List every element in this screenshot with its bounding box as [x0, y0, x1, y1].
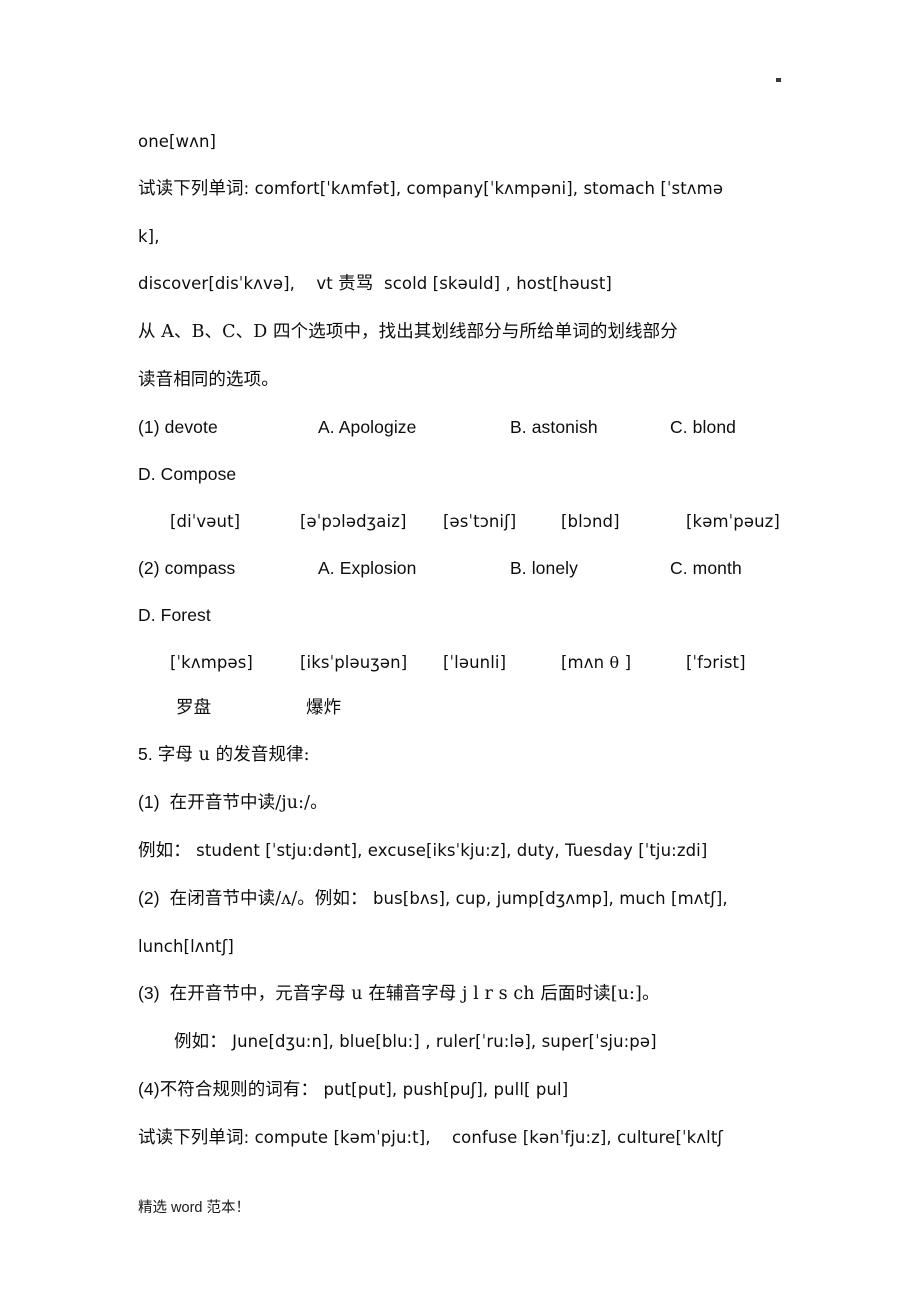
question-1-phonetic-stem: [diˈvəut]	[170, 512, 241, 531]
footer-note-latin: word	[167, 1200, 207, 1216]
question-1-phonetic-c: [blɔnd]	[561, 512, 620, 531]
section-5-practice-words: : compute [kəmˈpju:t], confuse [kənˈfju:…	[243, 1128, 724, 1147]
rule-2-text: 在闭音节中读/ʌ/。例如：	[169, 889, 368, 909]
rule-4-example-words: put[put], push[puʃ], pull[ pul]	[318, 1080, 569, 1099]
section-5-rule-2: (2) 在闭音节中读/ʌ/。例如： bus[bʌs], cup, jump[dʒ…	[138, 875, 818, 923]
question-2-phonetic-b: [ˈləunli]	[443, 653, 507, 672]
rule-1-example-label: 例如：	[138, 841, 191, 861]
rule-3-example-words: June[dʒu:n], blue[blu:] , ruler[ˈru:lə],…	[226, 1032, 657, 1051]
question-1-option-b[interactable]: B. astonish	[510, 404, 670, 451]
rule-3-number: (3)	[138, 983, 170, 1003]
rule-1-example-words: student [ˈstju:dənt], excuse[iksˈkju:z],…	[190, 841, 708, 860]
rule-4-number: (4)	[138, 1079, 160, 1099]
question-2-phonetics-row: [ˈkʌmpəs] [iksˈpləuʒən] [ˈləunli] [mʌn θ…	[138, 639, 818, 686]
section-5-practice-label: 试读下列单词	[138, 1128, 244, 1148]
question-2-phonetic-a: [iksˈpləuʒən]	[300, 653, 408, 672]
question-1-phonetic-b: [əsˈtɔniʃ]	[443, 512, 517, 531]
discover-text-b: scold [skəuld] , host[həust]	[373, 274, 612, 293]
question-1-phonetic-a: [əˈpɔlədʒaiz]	[300, 512, 407, 531]
rule-3-example-label: 例如：	[174, 1032, 227, 1052]
section-5-rule-3-example: 例如： June[dʒu:n], blue[blu:] , ruler[ˈru:…	[138, 1018, 818, 1066]
rule-3-text: 在开音节中，元音字母 u 在辅音字母 j l r s ch 后面时读[u:]。	[169, 984, 660, 1004]
footer-note-cjk-1: 精选	[138, 1200, 167, 1216]
rule-2-example-words: bus[bʌs], cup, jump[dʒʌmp], much [mʌtʃ],	[367, 889, 728, 908]
question-2-option-d[interactable]: D. Forest	[138, 605, 211, 625]
section-5-rule-2-wrap: lunch[lʌntʃ]	[138, 923, 818, 970]
practice-words-wrap-text: k],	[138, 227, 160, 246]
question-1-stem: (1) devote	[138, 417, 218, 437]
one-pronunciation-text: one[wʌn]	[138, 132, 217, 151]
section-5-practice-line: 试读下列单词: compute [kəmˈpju:t], confuse [kə…	[138, 1114, 818, 1162]
section-5-rule-1: (1) 在开音节中读/ju:/。	[138, 779, 818, 827]
section-5-heading: 5. 字母 u 的发音规律:	[138, 731, 818, 779]
rule-4-text: 不符合规则的词有：	[159, 1080, 319, 1100]
instruction-line-1: 从 A、B、C、D 四个选项中，找出其划线部分与所给单词的划线部分	[138, 308, 818, 356]
question-1-phonetics-row: [diˈvəut] [əˈpɔlədʒaiz] [əsˈtɔniʃ] [blɔn…	[138, 498, 818, 545]
question-2-phonetic-stem: [ˈkʌmpəs]	[170, 653, 253, 672]
question-2-phonetic-d: [ˈfɔrist]	[686, 653, 746, 672]
question-2-option-b[interactable]: B. lonely	[510, 545, 670, 592]
instruction-text-1: 从 A、B、C、D 四个选项中，找出其划线部分与所给单词的划线部分	[138, 322, 678, 342]
section-5-rule-1-example: 例如： student [ˈstju:dənt], excuse[iksˈkju…	[138, 827, 818, 875]
discover-line: discover[disˈkʌvə], vt 责骂 scold [skəuld]…	[138, 260, 818, 308]
rule-2-wrap-text: lunch[lʌntʃ]	[138, 937, 234, 956]
header-dot-mark	[776, 78, 781, 82]
question-2-stem: (2) compass	[138, 558, 236, 578]
theta-symbol: θ	[609, 653, 620, 672]
question-2-option-c[interactable]: C. month	[670, 545, 810, 592]
document-content: one[wʌn] 试读下列单词: comfort[ˈkʌmfət], compa…	[138, 118, 818, 1162]
practice-words-text: : comfort[ˈkʌmfət], company[ˈkʌmpəni], s…	[243, 179, 724, 198]
section-5-heading-text: 字母 u 的发音规律:	[157, 745, 310, 765]
footer-note-cjk-2: 范本！	[206, 1200, 251, 1216]
footer-note: 精选 word 范本！	[138, 1196, 250, 1217]
section-5-rule-3: (3) 在开音节中，元音字母 u 在辅音字母 j l r s ch 后面时读[u…	[138, 970, 818, 1018]
rule-2-number: (2)	[138, 888, 170, 908]
practice-words-line-1-wrap: k],	[138, 213, 818, 260]
question-2-option-a[interactable]: A. Explosion	[318, 545, 510, 592]
question-1-option-c[interactable]: C. blond	[670, 404, 810, 451]
question-1-options-row: (1) devote A. Apologize B. astonish C. b…	[138, 404, 818, 451]
gloss-explosion: 爆炸	[306, 698, 342, 718]
rule-1-number: (1)	[138, 792, 170, 812]
section-5-number: 5.	[138, 744, 158, 764]
instruction-line-2: 读音相同的选项。	[138, 356, 818, 404]
practice-label-cjk: 试读下列单词	[138, 179, 244, 199]
question-2-options-row: (2) compass A. Explosion B. lonely C. mo…	[138, 545, 818, 592]
document-page: one[wʌn] 试读下列单词: comfort[ˈkʌmfət], compa…	[0, 0, 920, 1302]
section-5-rule-4: (4)不符合规则的词有： put[put], push[puʃ], pull[ …	[138, 1066, 818, 1114]
discover-gloss-cjk: 责骂	[338, 274, 374, 294]
question-1-phonetic-d: [kəmˈpəuz]	[686, 512, 780, 531]
question-2-option-d-row: D. Forest	[138, 592, 818, 639]
question-2-phonetic-c: [mʌn θ ]	[561, 653, 632, 672]
gloss-compass: 罗盘	[176, 698, 212, 718]
instruction-text-2: 读音相同的选项。	[138, 370, 279, 390]
question-2-glosses-row: 罗盘 爆炸	[138, 686, 818, 731]
line-one-example: one[wʌn]	[138, 118, 818, 165]
question-1-option-d-row: D. Compose	[138, 451, 818, 498]
practice-words-line-1: 试读下列单词: comfort[ˈkʌmfət], company[ˈkʌmpə…	[138, 165, 818, 213]
discover-text-a: discover[disˈkʌvə], vt	[138, 274, 339, 293]
question-1-option-a[interactable]: A. Apologize	[318, 404, 510, 451]
rule-1-text: 在开音节中读/ju:/。	[169, 793, 328, 813]
question-1-option-d[interactable]: D. Compose	[138, 464, 236, 484]
